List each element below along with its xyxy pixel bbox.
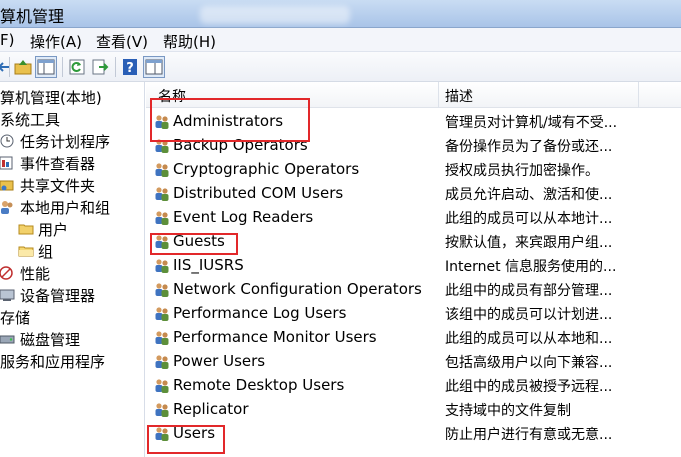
group-description: 成员允许启动、激活和使... (445, 187, 613, 203)
table-row[interactable]: Remote Desktop Users 此组中的成员被授予远程... (146, 374, 681, 398)
group-name: Performance Log Users (173, 304, 347, 322)
tree-item-label: 性能 (20, 265, 51, 283)
column-divider[interactable] (638, 82, 639, 108)
performance-icon (0, 265, 16, 280)
up-folder-icon[interactable] (12, 56, 34, 78)
toolbar-separator (62, 57, 63, 77)
window-title: 算机管理 (0, 7, 65, 26)
highlight-box-administrators (150, 98, 310, 142)
toolbar-separator (9, 57, 10, 77)
tree-item-label: 服务和应用程序 (0, 353, 106, 371)
group-icon (154, 162, 171, 178)
shared-folder-icon (0, 177, 16, 192)
toolbar: ? (0, 52, 681, 82)
tree-item-label: 存储 (0, 309, 31, 327)
tree-item-label: 本地用户和组 (20, 199, 111, 217)
group-name: Power Users (173, 352, 266, 370)
table-row[interactable]: Event Log Readers 此组的成员可以从本地计... (146, 206, 681, 230)
group-icon (154, 282, 171, 298)
title-bar: 算机管理 (0, 0, 681, 28)
group-description: 防止用户进行有意或无意... (445, 427, 613, 443)
table-row[interactable]: Power Users 包括高级用户以向下兼容... (146, 350, 681, 374)
group-icon (154, 210, 171, 226)
tree-item-label: 设备管理器 (20, 287, 96, 305)
folder-icon (18, 243, 34, 258)
group-icon (154, 258, 171, 274)
menu-help[interactable]: 帮助(H) (163, 31, 216, 52)
tree-item-label: 磁盘管理 (20, 331, 81, 349)
show-tree-icon[interactable] (35, 56, 57, 78)
event-viewer-icon (0, 155, 16, 170)
device-manager-icon (0, 287, 16, 302)
table-row[interactable]: IIS_IUSRS Internet 信息服务使用的... (146, 254, 681, 278)
group-icon (154, 354, 171, 370)
help-icon[interactable]: ? (119, 56, 141, 78)
highlight-box-users (147, 425, 225, 454)
group-description: 此组中的成员被授予远程... (445, 379, 613, 395)
tree-item-label: 用户 (38, 221, 69, 239)
tree-item-label: 系统工具 (0, 111, 61, 129)
group-icon (154, 402, 171, 418)
table-row[interactable]: Replicator 支持域中的文件复制 (146, 398, 681, 422)
group-description: 该组中的成员可以计划进... (445, 307, 613, 323)
group-name: Replicator (173, 400, 249, 418)
tree-item-label: 共享文件夹 (20, 177, 96, 195)
svg-text:?: ? (126, 61, 134, 76)
folder-icon (18, 221, 34, 236)
group-description: 支持域中的文件复制 (445, 403, 571, 419)
menu-action[interactable]: 操作(A) (30, 31, 82, 52)
table-row[interactable]: Performance Monitor Users 此组的成员可以从本地和... (146, 326, 681, 350)
properties-icon[interactable] (143, 56, 165, 78)
group-name: Cryptographic Operators (173, 160, 360, 178)
group-name: Network Configuration Operators (173, 280, 422, 298)
group-description: 此组的成员可以从本地和... (445, 331, 613, 347)
table-row[interactable]: Performance Log Users 该组中的成员可以计划进... (146, 302, 681, 326)
group-icon (154, 330, 171, 346)
group-icon (154, 378, 171, 394)
column-divider[interactable] (438, 82, 439, 108)
group-name: Distributed COM Users (173, 184, 344, 202)
tree-item-label: 事件查看器 (20, 155, 96, 173)
table-row[interactable]: Network Configuration Operators 此组中的成员有部分… (146, 278, 681, 302)
group-description: 管理员对计算机/域有不受... (445, 115, 618, 131)
tree-item-label: 组 (38, 243, 54, 261)
group-icon (154, 186, 171, 202)
toolbar-separator (115, 57, 116, 77)
group-name: Event Log Readers (173, 208, 314, 226)
refresh-icon[interactable] (66, 56, 88, 78)
group-description: 此组中的成员有部分管理... (445, 283, 613, 299)
group-name: IIS_IUSRS (173, 256, 244, 274)
group-name: Remote Desktop Users (173, 376, 345, 394)
export-icon[interactable] (89, 56, 111, 78)
users-icon (0, 199, 16, 214)
navigation-tree: 算机管理(本地) 系统工具 任务计划程序 事件查看器 共享文件夹 本地用户和组 … (0, 82, 145, 457)
group-name: Performance Monitor Users (173, 328, 377, 346)
tree-item-label: 任务计划程序 (20, 133, 111, 151)
group-icon (154, 306, 171, 322)
group-description: 按默认值，来宾跟用户组... (445, 235, 613, 251)
disk-icon (0, 331, 16, 346)
group-description: 此组的成员可以从本地计... (445, 211, 613, 227)
column-header-description[interactable]: 描述 (445, 86, 473, 106)
menu-view[interactable]: 查看(V) (96, 31, 148, 52)
menu-bar: F) 操作(A) 查看(V) 帮助(H) (0, 28, 681, 52)
tree-item-label: 算机管理(本地) (0, 89, 102, 107)
table-row[interactable]: Users 防止用户进行有意或无意... (146, 422, 681, 446)
clock-icon (0, 133, 16, 148)
group-description: 备份操作员为了备份或还... (445, 139, 613, 155)
menu-file[interactable]: F) (0, 31, 14, 49)
table-row[interactable]: Cryptographic Operators 授权成员执行加密操作。 (146, 158, 681, 182)
title-bar-glow (200, 6, 350, 24)
table-row[interactable]: Distributed COM Users 成员允许启动、激活和使... (146, 182, 681, 206)
group-description: Internet 信息服务使用的... (445, 259, 617, 275)
group-description: 授权成员执行加密操作。 (445, 163, 599, 179)
highlight-box-guests (150, 233, 238, 255)
group-description: 包括高级用户以向下兼容... (445, 355, 613, 371)
